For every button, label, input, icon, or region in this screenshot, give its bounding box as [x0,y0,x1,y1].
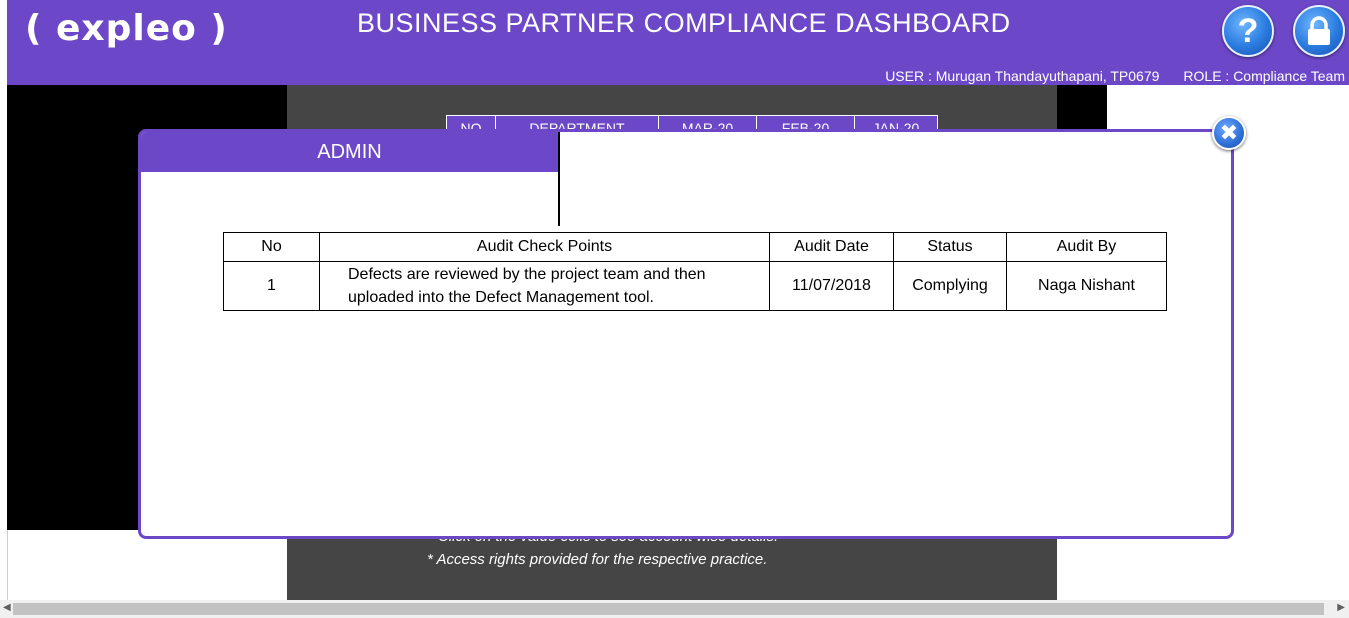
close-icon: ✖ [1219,120,1239,145]
row-audit-by: Naga Nishant [1006,261,1167,311]
user-name: USER : Murugan Thandayuthapani, TP0679 [885,68,1160,84]
lock-icon [1308,16,1330,45]
page-title: BUSINESS PARTNER COMPLIANCE DASHBOARD [357,8,1011,38]
admin-audit-dialog: ADMIN No Audit Check Points Audit Date S… [138,129,1234,539]
scrollbar-thumb[interactable] [13,603,1324,615]
app-header: ( expleo ) BUSINESS PARTNER COMPLIANCE D… [7,0,1349,85]
question-mark-icon: ? [1237,11,1259,50]
logout-button[interactable] [1293,5,1345,57]
divider [558,132,560,226]
user-info: USER : Murugan Thandayuthapani, TP0679 RO… [885,68,1345,84]
row-no: 1 [223,261,320,311]
access-rights-note: * Access rights provided for the respect… [427,551,768,568]
audit-table-header: No Audit Check Points Audit Date Status … [223,232,1167,262]
header-no: No [223,232,320,262]
check-point-line-1: Defects are reviewed by the project team… [348,266,706,283]
header-status: Status [893,232,1007,262]
row-status: Complying [893,261,1007,311]
user-role: ROLE : Compliance Team [1183,68,1345,84]
expleo-logo: ( expleo ) [25,8,228,49]
header-audit-date: Audit Date [769,232,894,262]
table-row: 1 Defects are reviewed by the project te… [223,261,1167,311]
row-check-point: Defects are reviewed by the project team… [319,261,770,311]
help-button[interactable]: ? [1222,5,1274,57]
row-audit-date: 11/07/2018 [769,261,894,311]
check-point-line-2: uploaded into the Defect Management tool… [348,289,654,306]
dialog-title: ADMIN [141,132,558,172]
header-audit-by: Audit By [1006,232,1167,262]
audit-table: No Audit Check Points Audit Date Status … [223,232,1167,311]
horizontal-scrollbar[interactable]: ◀ ▶ [0,600,1349,618]
header-check-points: Audit Check Points [319,232,770,262]
scroll-left-icon[interactable]: ◀ [3,602,11,613]
scroll-right-icon[interactable]: ▶ [1337,602,1345,613]
close-dialog-button[interactable]: ✖ [1212,116,1246,150]
